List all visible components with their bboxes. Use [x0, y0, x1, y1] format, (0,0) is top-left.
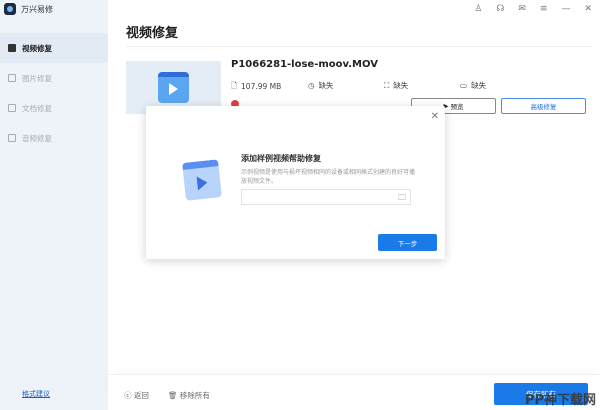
- user-icon[interactable]: ♙: [474, 4, 482, 14]
- video-illustration-icon: [182, 159, 222, 201]
- next-button[interactable]: 下一步: [378, 234, 437, 251]
- codec-value: 缺失: [471, 81, 487, 90]
- minimize-icon[interactable]: —: [561, 4, 570, 14]
- trash-icon: 🗑: [168, 391, 178, 400]
- duration-value: 缺失: [318, 81, 334, 90]
- advanced-repair-button[interactable]: 高级修复: [501, 98, 586, 114]
- file-name: P1066281-lose-moov.MOV: [231, 59, 378, 70]
- sample-file-input[interactable]: 🗀: [241, 189, 411, 205]
- mail-icon[interactable]: ✉: [518, 4, 526, 14]
- remove-all-button[interactable]: 🗑 移除所有: [168, 390, 210, 401]
- video-icon: [8, 44, 16, 52]
- video-play-icon: [158, 72, 189, 103]
- back-label: 返回: [133, 391, 149, 400]
- folder-icon[interactable]: 🗀: [398, 192, 406, 206]
- sidebar-item-document-repair[interactable]: 文档修复: [0, 93, 108, 123]
- audio-icon: [8, 134, 16, 142]
- sidebar-item-label: 音频修复: [22, 133, 52, 143]
- app-name: 万兴易修: [21, 4, 53, 14]
- file-icon: 🗋: [231, 81, 238, 90]
- sidebar-item-label: 图片修复: [22, 73, 52, 83]
- format-suggestion-link[interactable]: 格式建议: [22, 389, 50, 399]
- preview-label: 预览: [450, 103, 464, 111]
- document-icon: [8, 104, 16, 112]
- dialog-title: 添加样例视频帮助修复: [241, 154, 321, 163]
- dialog-description: 示例视频是使用与损坏视频相同的设备或相同格式创建的良好可播放视频文件。: [241, 169, 416, 185]
- file-codec: ▭ 缺失: [460, 80, 486, 91]
- divider: [126, 46, 592, 47]
- sidebar-item-audio-repair[interactable]: 音频修复: [0, 123, 108, 153]
- image-icon: [8, 74, 16, 82]
- remove-all-label: 移除所有: [179, 391, 210, 400]
- file-size: 🗋 107.99 MB: [231, 80, 281, 93]
- app-logo: 万兴易修: [4, 3, 53, 15]
- sidebar-item-photo-repair[interactable]: 图片修复: [0, 63, 108, 93]
- sample-video-dialog: ✕ 添加样例视频帮助修复 示例视频是使用与损坏视频相同的设备或相同格式创建的良好…: [146, 106, 445, 259]
- headset-icon[interactable]: ☊: [496, 4, 504, 14]
- clock-icon: ◷: [308, 81, 315, 90]
- back-icon: ⓒ: [124, 391, 132, 400]
- sidebar: 万兴易修 视频修复 图片修复 文档修复 音频修复 格式建议: [0, 0, 108, 410]
- resolution-value: 缺失: [393, 81, 409, 90]
- page-title: 视频修复: [126, 26, 179, 41]
- sidebar-item-video-repair[interactable]: 视频修复: [0, 33, 108, 63]
- back-button[interactable]: ⓒ 返回: [124, 390, 149, 401]
- camera-icon: ▭: [460, 81, 468, 90]
- resolution-icon: ⛶: [384, 80, 390, 90]
- window-controls: ♙ ☊ ✉ ≡ — ✕: [474, 4, 592, 14]
- sidebar-item-label: 视频修复: [22, 43, 52, 53]
- app-logo-icon: [4, 3, 16, 15]
- close-icon[interactable]: ✕: [584, 4, 592, 14]
- close-icon[interactable]: ✕: [431, 111, 439, 122]
- file-resolution: ⛶ 缺失: [384, 80, 408, 91]
- watermark: PP神下载网: [524, 393, 596, 408]
- sidebar-item-label: 文档修复: [22, 103, 52, 113]
- file-size-value: 107.99 MB: [241, 82, 282, 91]
- menu-icon[interactable]: ≡: [540, 4, 548, 14]
- file-duration: ◷ 缺失: [308, 80, 334, 91]
